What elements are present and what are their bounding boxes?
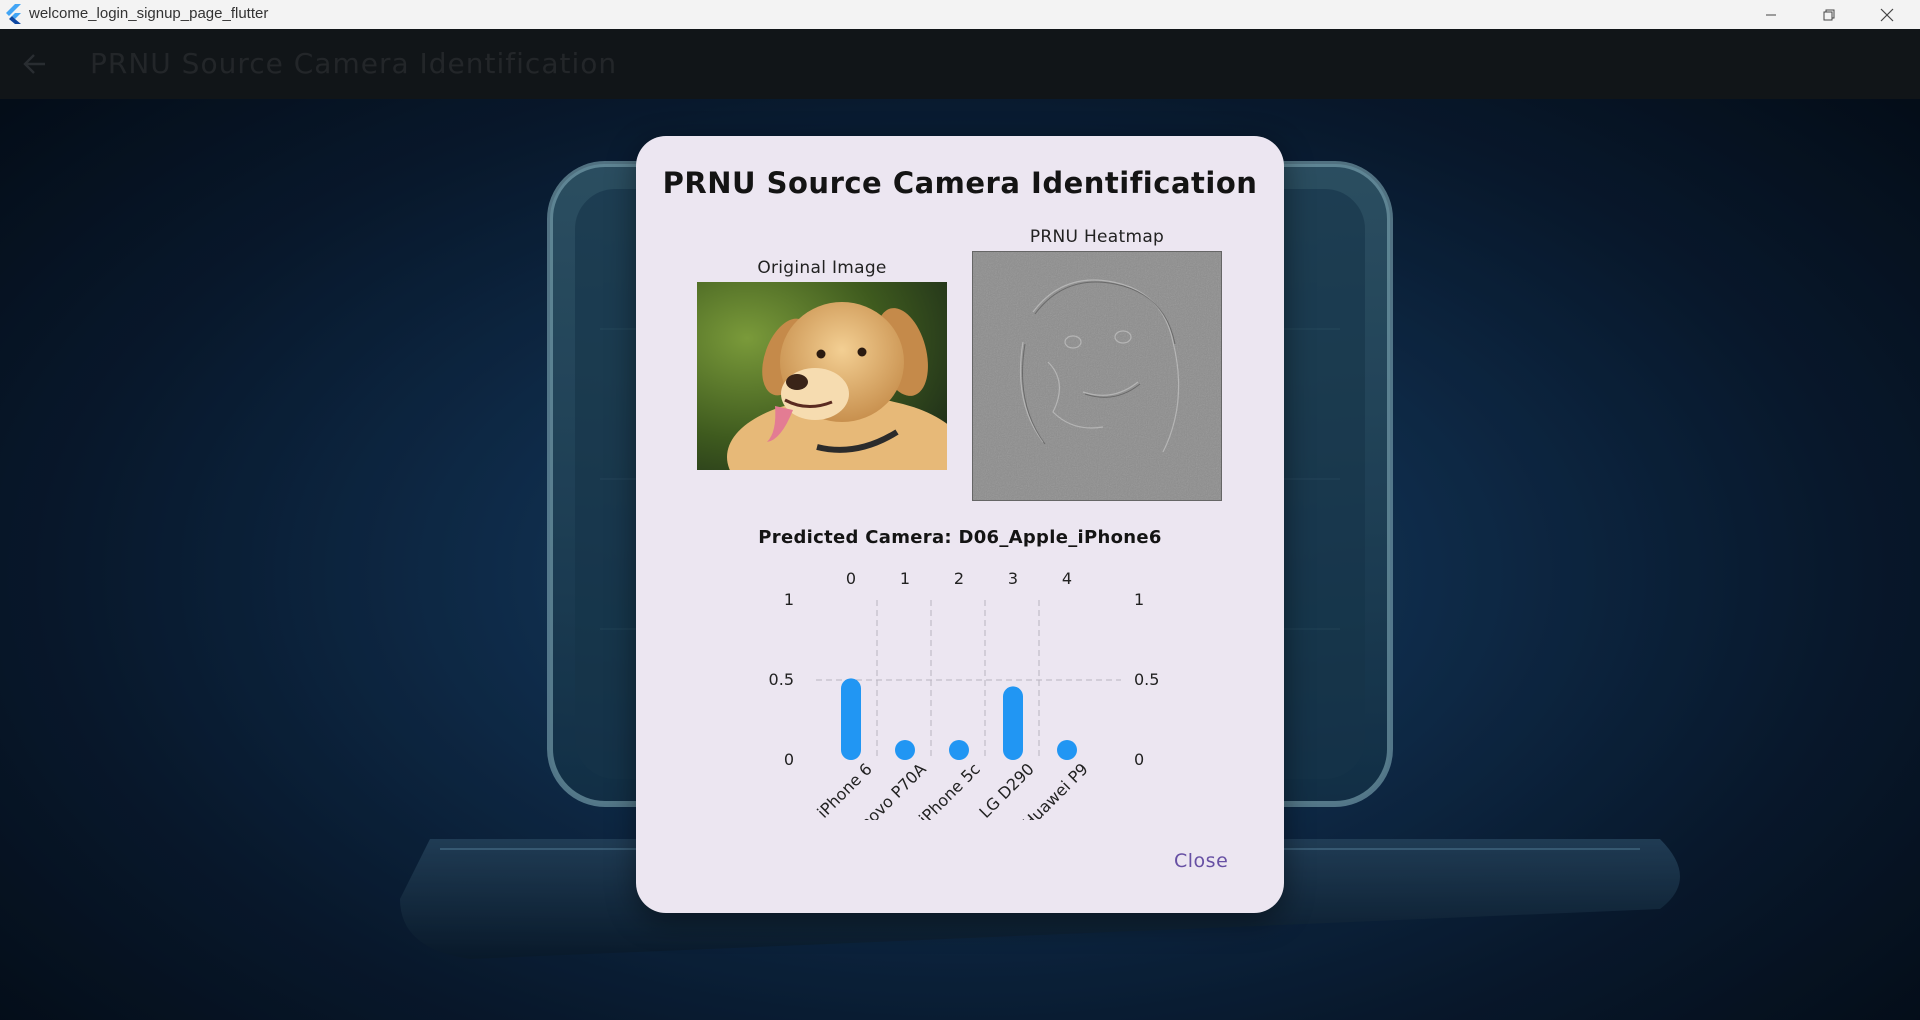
bar-1 — [895, 740, 915, 760]
prnu-heatmap-image — [972, 251, 1222, 501]
flutter-logo-icon — [6, 4, 21, 24]
close-window-button[interactable] — [1858, 0, 1916, 29]
predicted-camera-label: Predicted Camera: D06_Apple_iPhone6 — [758, 527, 1162, 548]
bar-3 — [1003, 686, 1023, 760]
original-image-caption: Original Image — [757, 258, 887, 278]
bar-4 — [1057, 740, 1077, 760]
y-tick-label-left: 0 — [784, 750, 794, 769]
y-tick-label-left: 1 — [784, 590, 794, 609]
top-category-index-label: 2 — [954, 569, 964, 588]
y-tick-label-right: 0.5 — [1134, 670, 1159, 689]
original-image — [697, 282, 947, 470]
bar-2 — [949, 740, 969, 760]
top-category-index-label: 0 — [846, 569, 856, 588]
minimize-button[interactable] — [1742, 0, 1800, 29]
heatmap-texture — [973, 252, 1221, 500]
dialog-title: PRNU Source Camera Identification — [662, 166, 1258, 200]
bar-0 — [841, 678, 861, 760]
y-tick-label-right: 0 — [1134, 750, 1144, 769]
minimize-icon — [1766, 14, 1776, 15]
restore-button[interactable] — [1800, 0, 1858, 29]
dog-photo — [697, 282, 947, 470]
heatmap-caption: PRNU Heatmap — [1029, 227, 1165, 247]
window-titlebar: welcome_login_signup_page_flutter — [0, 0, 1920, 30]
y-tick-label-left: 0.5 — [769, 670, 794, 689]
top-category-index-label: 4 — [1062, 569, 1072, 588]
top-category-index-label: 3 — [1008, 569, 1018, 588]
close-icon — [1880, 8, 1894, 21]
close-button[interactable]: Close — [1174, 850, 1228, 872]
probability-chart: 0 00.5 0.51 10iPhone 61Lenovo P70A2iPhone 5… — [769, 569, 1160, 820]
y-tick-label-right: 1 — [1134, 590, 1144, 609]
top-category-index-label: 1 — [900, 569, 910, 588]
restore-icon — [1823, 9, 1835, 20]
window-title: welcome_login_signup_page_flutter — [29, 5, 269, 22]
result-dialog: PRNU Source Camera Identification Origin… — [636, 136, 1284, 913]
